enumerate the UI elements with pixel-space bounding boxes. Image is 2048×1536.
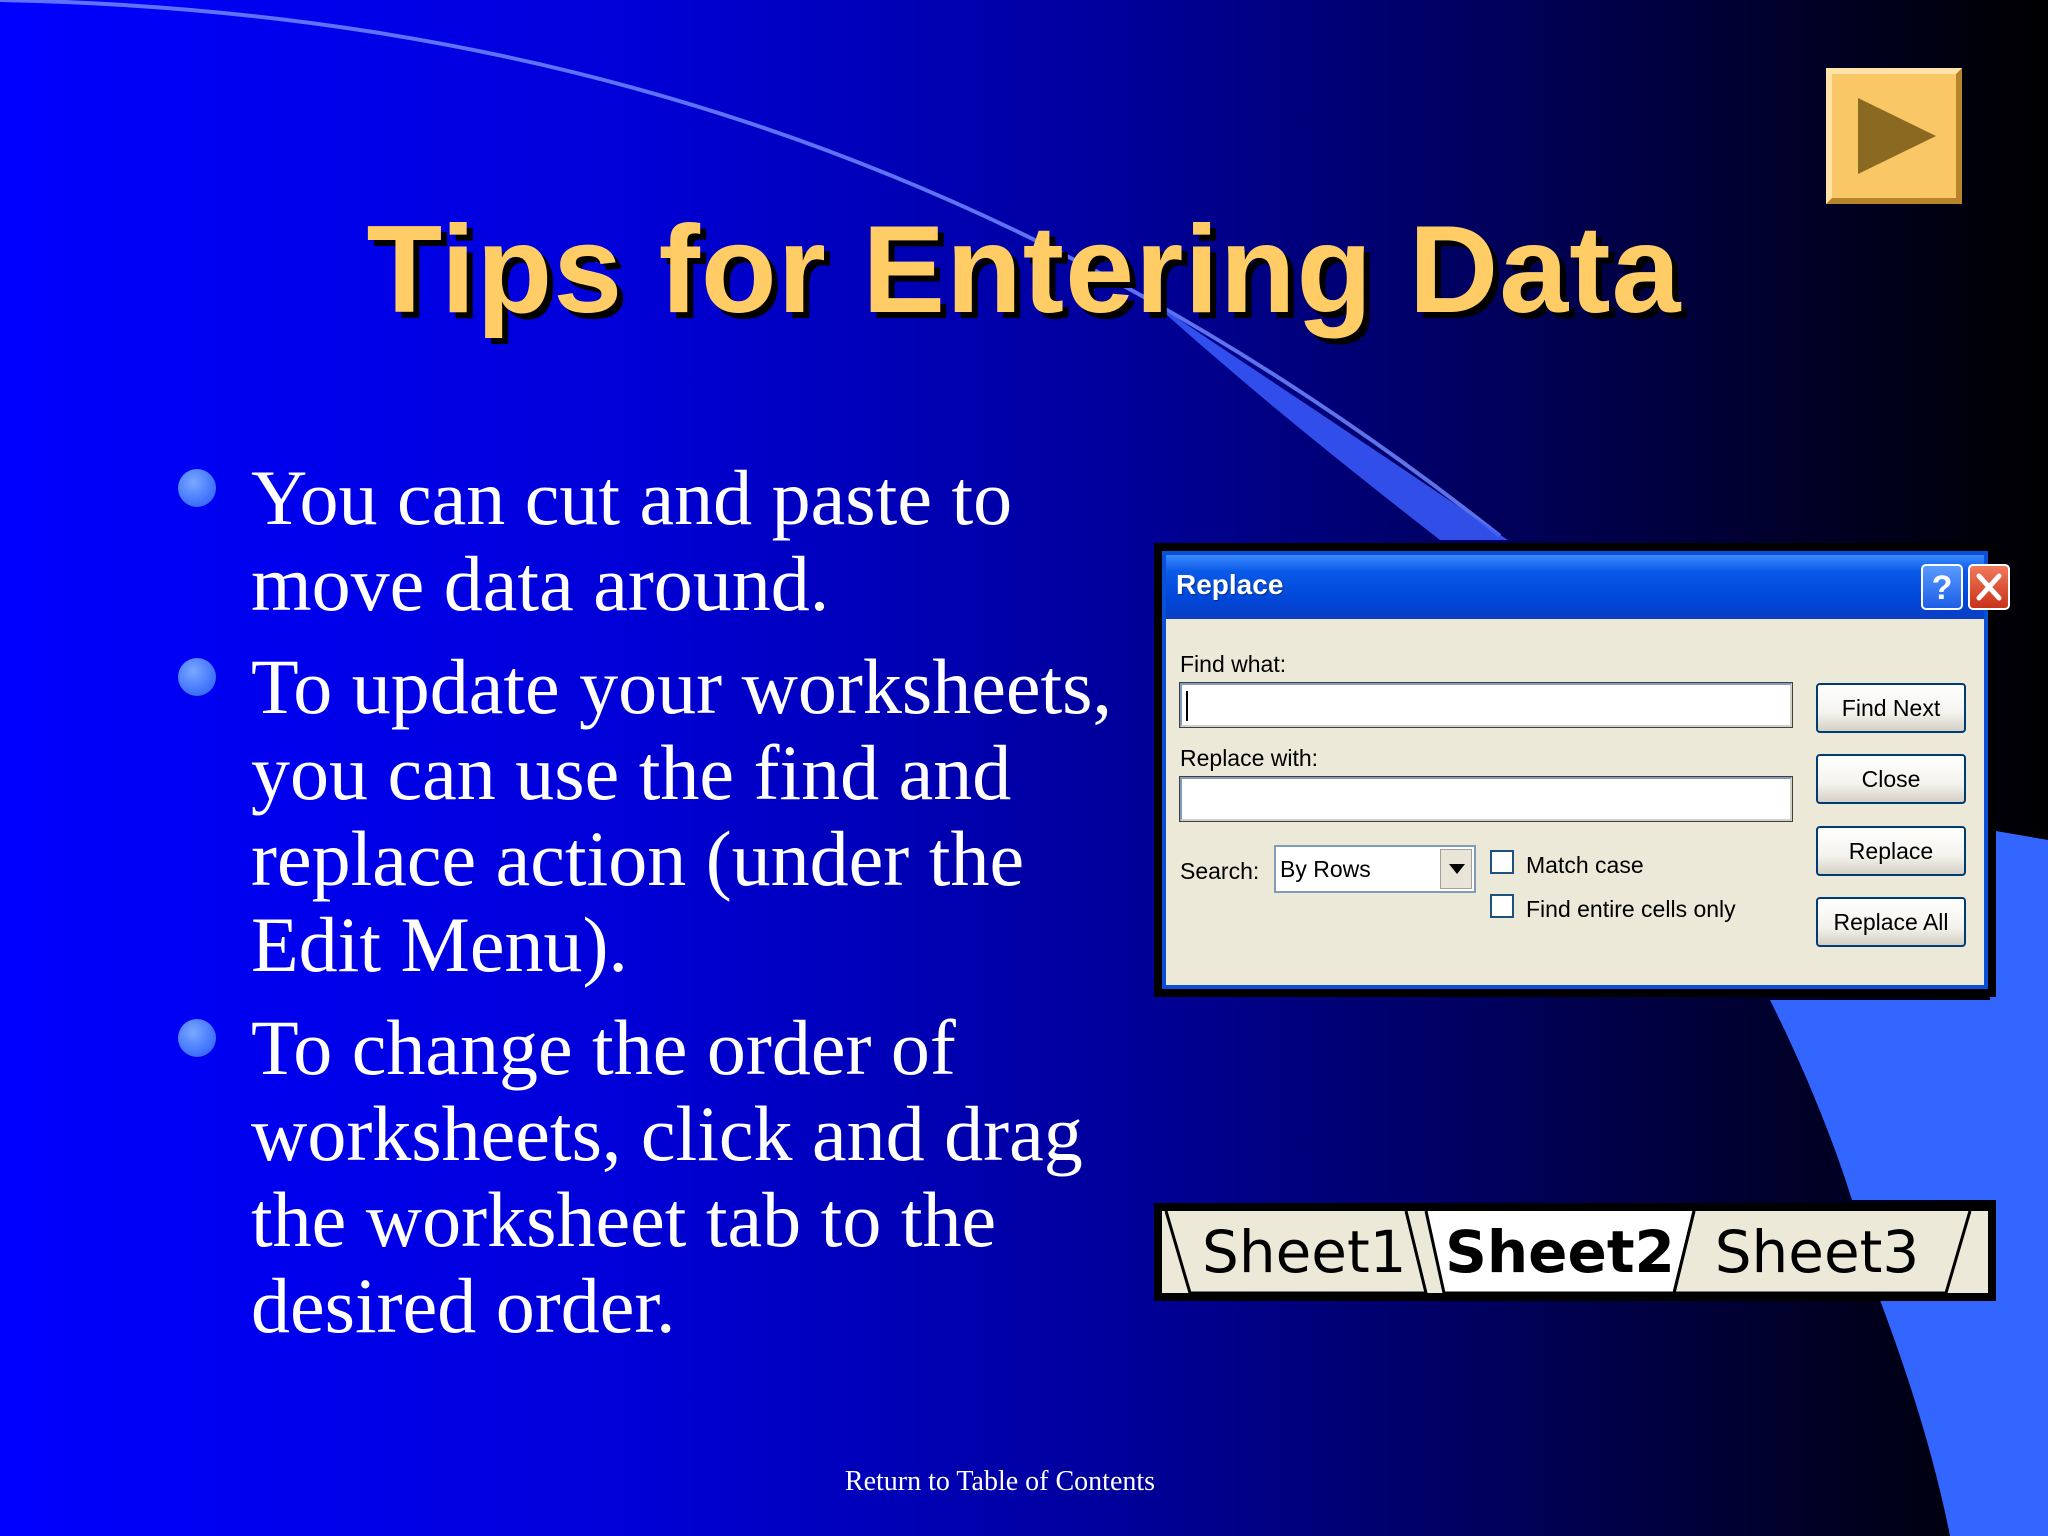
bullet-dot-icon xyxy=(178,469,216,507)
bullet-item: You can cut and paste to move data aroun… xyxy=(175,455,1155,627)
svg-text:?: ? xyxy=(1932,569,1953,607)
replace-button[interactable]: Replace xyxy=(1816,826,1966,876)
sheet-tab-sheet1[interactable]: Sheet1 xyxy=(1202,1213,1407,1291)
return-to-contents-link[interactable]: Return to Table of Contents xyxy=(0,1466,2000,1498)
search-label: Search: xyxy=(1180,858,1260,884)
slide-title: Tips for Entering Data xyxy=(366,201,1682,339)
bullet-list: You can cut and paste to move data aroun… xyxy=(175,455,1155,1366)
next-slide-button[interactable] xyxy=(1826,68,1962,204)
sheet-tab-sheet2[interactable]: Sheet2 xyxy=(1442,1213,1678,1291)
bullet-item: To change the order of worksheets, click… xyxy=(175,1005,1155,1349)
chevron-down-icon xyxy=(1449,864,1465,874)
dialog-titlebar: Replace ? xyxy=(1166,555,2010,619)
sheet-tab-sheet3[interactable]: Sheet3 xyxy=(1702,1213,1932,1291)
bullet-item: To update your worksheets, you can use t… xyxy=(175,644,1155,988)
search-select-value: By Rows xyxy=(1280,856,1371,882)
find-entire-cells-label: Find entire cells only xyxy=(1526,896,1736,922)
replace-dialog-body: Replace ? Find what: Replace with: Searc… xyxy=(1162,551,2010,989)
sheet-tabs: Sheet1 Sheet2 Sheet3 xyxy=(1154,1203,1996,1301)
bullet-text: To change the order of worksheets, click… xyxy=(251,1004,1083,1349)
text-caret xyxy=(1186,691,1188,721)
dialog-title: Replace xyxy=(1176,569,1284,600)
help-button[interactable]: ? xyxy=(1921,564,1963,610)
sheet-tabs-bar: Sheet1 Sheet2 Sheet3 xyxy=(1162,1211,1988,1293)
find-what-label: Find what: xyxy=(1180,651,1287,677)
find-next-button[interactable]: Find Next xyxy=(1816,683,1966,733)
match-case-label: Match case xyxy=(1526,852,1644,878)
find-entire-cells-checkbox[interactable] xyxy=(1490,894,1514,918)
replace-dialog: Replace ? Find what: Replace with: Searc… xyxy=(1154,543,2010,997)
replace-with-label: Replace with: xyxy=(1180,745,1319,771)
bullet-text: You can cut and paste to move data aroun… xyxy=(251,454,1013,627)
play-arrow-icon xyxy=(1858,98,1936,174)
dropdown-button[interactable] xyxy=(1440,849,1472,889)
close-icon xyxy=(1976,573,2002,601)
close-window-button[interactable] xyxy=(1968,564,2010,610)
match-case-checkbox[interactable] xyxy=(1490,850,1514,874)
bullet-text: To update your worksheets, you can use t… xyxy=(251,643,1113,988)
bullet-dot-icon xyxy=(178,1019,216,1057)
bullet-dot-icon xyxy=(178,658,216,696)
help-icon: ? xyxy=(1932,569,1953,607)
find-what-input[interactable] xyxy=(1179,682,1793,728)
close-button[interactable]: Close xyxy=(1816,754,1966,804)
search-select[interactable]: By Rows xyxy=(1274,845,1476,893)
replace-all-button[interactable]: Replace All xyxy=(1816,897,1966,947)
replace-with-input[interactable] xyxy=(1179,776,1793,822)
